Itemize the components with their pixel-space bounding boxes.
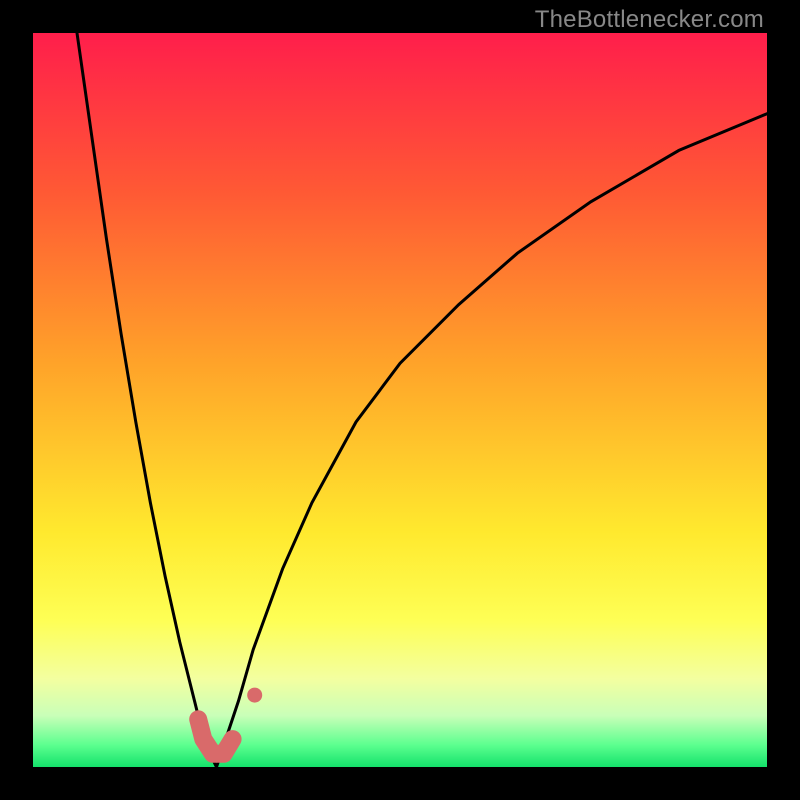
left-curve [77, 33, 217, 767]
watermark-text: TheBottlenecker.com [535, 6, 764, 34]
highlight-dot [247, 688, 262, 703]
right-curve [217, 114, 768, 767]
outer-frame: TheBottlenecker.com [0, 0, 800, 800]
curves-layer [33, 33, 767, 767]
highlight-segment [198, 719, 232, 754]
plot-area [33, 33, 767, 767]
